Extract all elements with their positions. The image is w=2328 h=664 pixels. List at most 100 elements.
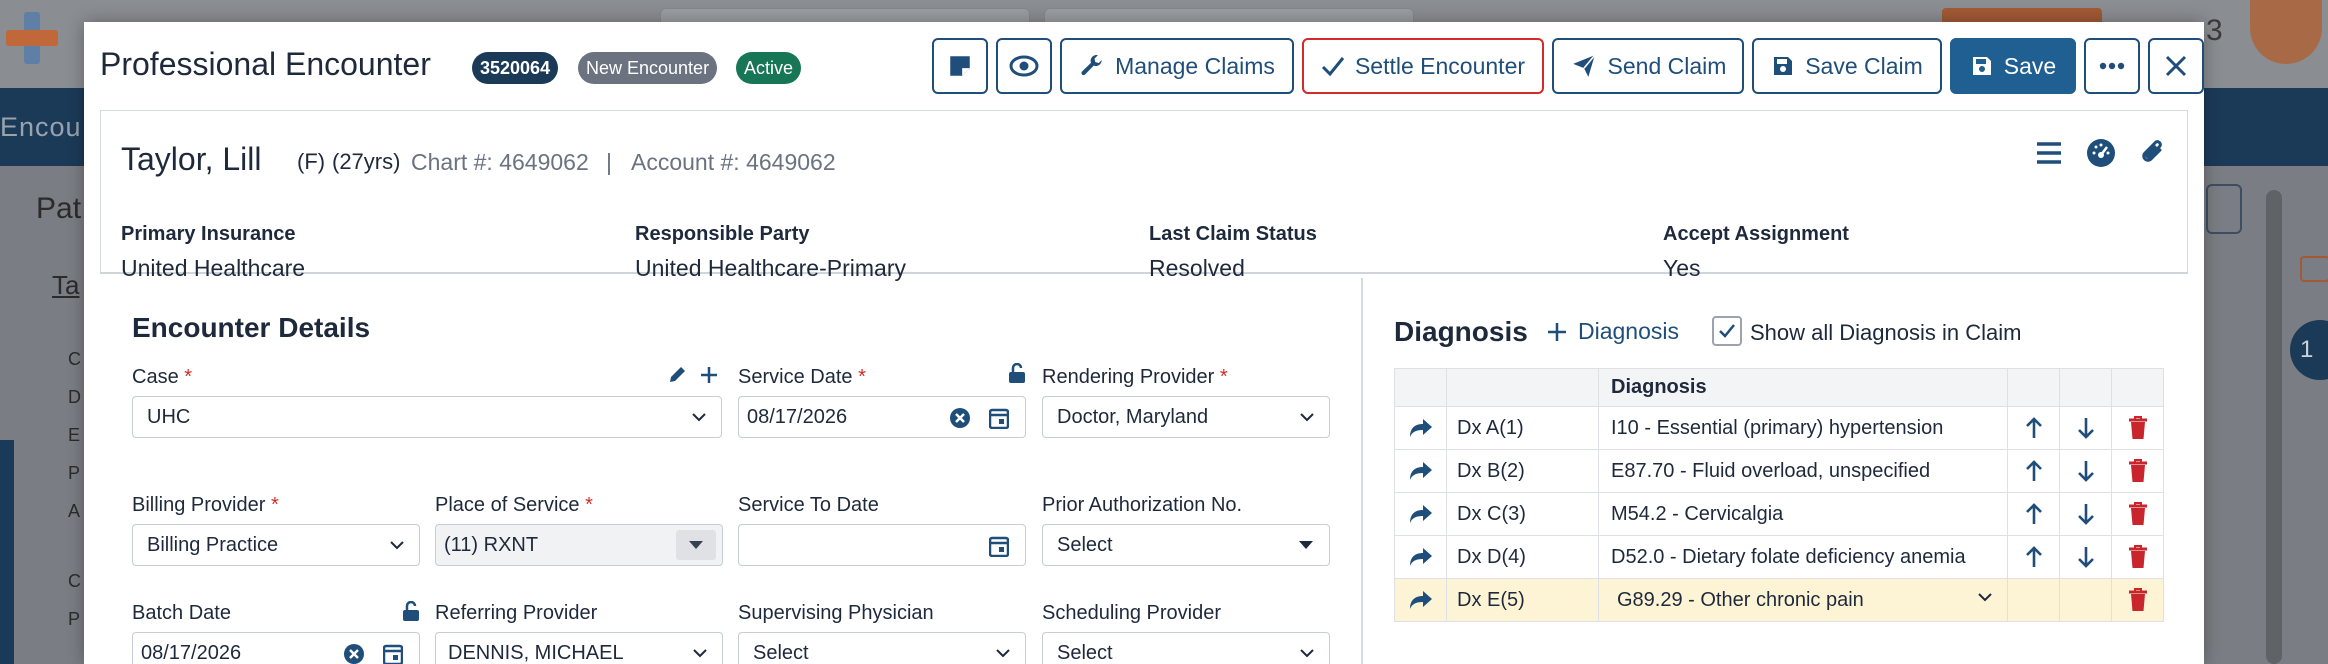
diagnosis-row: Dx D(4) D52.0 - Dietary folate deficiency… xyxy=(1394,535,2164,579)
move-up-button[interactable] xyxy=(2007,449,2060,493)
move-down-button[interactable] xyxy=(2059,535,2112,579)
close-button[interactable] xyxy=(2148,38,2204,94)
batch-date-lock-button[interactable] xyxy=(398,598,424,624)
service-to-date-input[interactable] xyxy=(738,524,1026,566)
arrow-down-icon xyxy=(2077,504,2094,525)
pointer-button[interactable] xyxy=(1394,535,1447,579)
clear-date-icon[interactable] xyxy=(343,643,365,664)
last-claim-status-label: Last Claim Status xyxy=(1149,223,1317,245)
billing-provider-select[interactable]: Billing Practice xyxy=(132,524,420,566)
chevron-down-icon xyxy=(1978,592,1992,601)
delete-diagnosis-button[interactable] xyxy=(2111,449,2164,493)
scheduling-provider-value: Select xyxy=(1057,641,1113,664)
dashboard-button[interactable] xyxy=(2083,135,2119,171)
supervising-physician-select[interactable]: Select xyxy=(738,632,1026,664)
scheduling-provider-select[interactable]: Select xyxy=(1042,632,1330,664)
place-of-service-label: Place of Service * xyxy=(435,494,593,516)
save-button[interactable]: Save xyxy=(1950,38,2076,94)
diagnosis-select[interactable]: G89.29 - Other chronic pain xyxy=(1598,578,2008,622)
background-scrollbar xyxy=(2266,190,2282,664)
background-nav-text: Encou xyxy=(0,112,82,142)
calendar-icon[interactable] xyxy=(383,643,403,664)
wrench-icon xyxy=(1081,55,1102,76)
prior-authorization-select[interactable]: Select xyxy=(1042,524,1330,566)
background-left-accent xyxy=(0,440,14,664)
settle-encounter-label: Settle Encounter xyxy=(1354,52,1526,79)
trash-icon xyxy=(2128,502,2147,525)
supervising-physician-value: Select xyxy=(753,641,809,664)
paper-plane-icon xyxy=(1572,54,1596,77)
billing-provider-value: Billing Practice xyxy=(147,533,279,556)
delete-diagnosis-button[interactable] xyxy=(2111,492,2164,536)
sticky-note-button[interactable] xyxy=(932,38,988,94)
active-status-badge: Active xyxy=(736,52,802,84)
show-all-diagnosis-checkbox[interactable] xyxy=(1712,316,1742,346)
menu-button[interactable] xyxy=(2031,135,2067,171)
background-page-heading: Pat xyxy=(36,192,82,225)
calendar-icon[interactable] xyxy=(989,535,1009,557)
batch-date-input[interactable]: 08/17/2026 xyxy=(132,632,420,664)
arrow-up-icon xyxy=(2025,417,2042,438)
primary-insurance-value: United Healthcare xyxy=(121,255,306,281)
move-down-button[interactable] xyxy=(2059,449,2112,493)
move-up-button[interactable] xyxy=(2007,406,2060,450)
manage-claims-button[interactable]: Manage Claims xyxy=(1060,38,1294,94)
service-date-lock-button[interactable] xyxy=(1004,360,1030,386)
share-arrow-icon xyxy=(1409,548,1432,567)
move-up-button[interactable] xyxy=(2007,535,2060,579)
delete-diagnosis-button[interactable] xyxy=(2111,578,2164,622)
place-of-service-select[interactable]: (11) RXNT xyxy=(435,524,723,566)
trash-icon xyxy=(2128,545,2147,568)
pointer-button[interactable] xyxy=(1394,578,1447,622)
save-claim-button[interactable]: Save Claim xyxy=(1752,38,1942,94)
pointer-button[interactable] xyxy=(1394,492,1447,536)
add-diagnosis-button[interactable]: Diagnosis xyxy=(1546,318,1679,345)
send-claim-button[interactable]: Send Claim xyxy=(1552,38,1744,94)
move-up-button[interactable] xyxy=(2007,492,2060,536)
clear-date-icon[interactable] xyxy=(949,407,971,429)
rendering-provider-value: Doctor, Maryland xyxy=(1057,405,1209,428)
settle-encounter-button[interactable]: Settle Encounter xyxy=(1302,38,1544,94)
move-down-button[interactable] xyxy=(2059,406,2112,450)
share-arrow-icon xyxy=(1409,505,1432,524)
pencil-icon xyxy=(670,367,685,382)
close-icon xyxy=(2165,55,2187,77)
pointer-button[interactable] xyxy=(1394,406,1447,450)
attachments-button[interactable] xyxy=(2135,135,2171,171)
background-side-badge: 1 xyxy=(2290,320,2328,380)
unlock-icon xyxy=(1009,363,1025,383)
patient-banner-separator: | xyxy=(606,149,612,175)
encounter-id-badge: 3520064 xyxy=(472,52,559,84)
ellipsis-icon xyxy=(2099,62,2125,70)
service-date-input[interactable]: 08/17/2026 xyxy=(738,396,1026,438)
trash-icon xyxy=(2128,416,2147,439)
referring-provider-select[interactable]: DENNIS, MICHAEL xyxy=(435,632,723,664)
section-divider xyxy=(1361,278,1363,664)
chevron-down-icon xyxy=(693,649,707,658)
delete-diagnosis-button[interactable] xyxy=(2111,406,2164,450)
move-down-button[interactable] xyxy=(2059,492,2112,536)
arrow-up-icon xyxy=(2025,546,2042,567)
scheduling-provider-label: Scheduling Provider xyxy=(1042,602,1221,624)
edit-case-button[interactable] xyxy=(664,362,690,388)
plus-icon xyxy=(701,367,717,383)
encounter-details-title: Encounter Details xyxy=(132,312,371,343)
diagnosis-title: Diagnosis xyxy=(1394,316,1528,347)
service-date-label: Service Date * xyxy=(738,366,866,388)
diagnosis-description: I10 - Essential (primary) hypertension xyxy=(1598,406,2008,450)
responsible-party-label: Responsible Party xyxy=(635,223,810,245)
add-case-button[interactable] xyxy=(696,362,722,388)
diagnosis-code: Dx E(5) xyxy=(1446,578,1599,622)
preview-button[interactable] xyxy=(996,38,1052,94)
diagnosis-column-header: Diagnosis xyxy=(1598,368,2008,407)
rendering-provider-select[interactable]: Doctor, Maryland xyxy=(1042,396,1330,438)
notification-count: 3 xyxy=(2206,14,2223,47)
case-select[interactable]: UHC xyxy=(132,396,722,438)
pointer-button[interactable] xyxy=(1394,449,1447,493)
delete-diagnosis-button[interactable] xyxy=(2111,535,2164,579)
add-diagnosis-label: Diagnosis xyxy=(1578,318,1679,344)
diagnosis-description: D52.0 - Dietary folate deficiency anemia xyxy=(1598,535,2008,579)
calendar-icon[interactable] xyxy=(989,407,1009,429)
more-options-button[interactable] xyxy=(2084,38,2140,94)
dropdown-toggle[interactable] xyxy=(676,530,716,560)
